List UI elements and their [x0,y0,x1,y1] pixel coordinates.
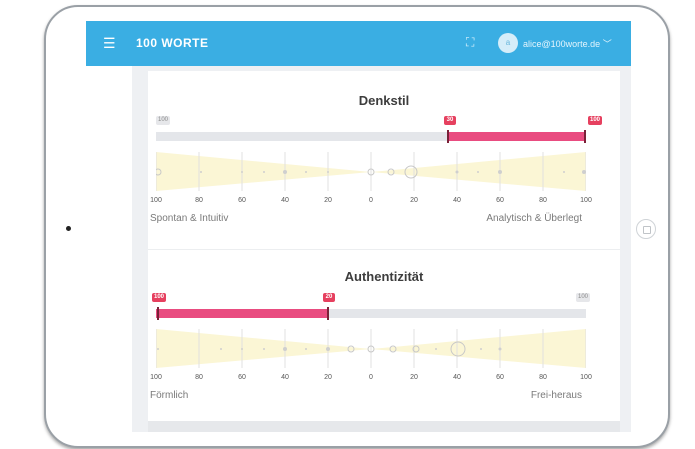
sidebar [86,66,132,432]
axis-tick: 40 [281,197,289,204]
scale-label-left: Spontan & Intuitiv [150,213,229,224]
axis-tick: 0 [369,374,373,381]
axis-tick: 40 [281,374,289,381]
axis-tick: 80 [539,374,547,381]
app-screen: ☰ 100 WORTE ⛶ a alice@100worte.de ﹀ Denk… [86,21,631,432]
axis-tick: 60 [496,197,504,204]
next-card-edge [148,421,620,432]
axis-tick: 60 [238,374,246,381]
axis-tick: 20 [324,197,332,204]
avatar[interactable]: a [498,33,518,53]
results-card: Denkstil 100 30 100 100 80 60 40 20 0 20… [148,71,620,421]
scale-label-left: Förmlich [150,390,189,401]
scale-max-badge: 100 [576,293,591,302]
range-end-badge: 100 [588,116,603,125]
distribution-band [156,152,586,191]
top-bar: ☰ 100 WORTE ⛶ a alice@100worte.de ﹀ [86,21,631,66]
hamburger-icon[interactable]: ☰ [103,35,116,51]
scale-title-denkstil: Denkstil [358,93,410,108]
range-end-badge: 20 [323,293,335,302]
scale-label-right: Analytisch & Überlegt [486,213,582,224]
fullscreen-icon[interactable]: ⛶ [466,35,474,50]
app-brand[interactable]: 100 WORTE [136,36,209,50]
axis-tick: 80 [195,197,203,204]
distribution-band [156,329,586,368]
home-button[interactable] [636,219,656,239]
range-start-badge: 30 [444,116,456,125]
range-start-handle[interactable] [157,307,159,320]
axis-tick: 80 [195,374,203,381]
chevron-down-icon: ﹀ [602,39,612,49]
range-start-badge: 100 [152,293,167,302]
axis-tick: 20 [410,374,418,381]
camera-icon [66,226,71,231]
axis-tick: 0 [369,197,373,204]
user-menu[interactable]: alice@100worte.de ﹀ [523,37,612,50]
axis-tick: 40 [453,197,461,204]
range-end-handle[interactable] [327,307,329,320]
axis-tick: 60 [496,374,504,381]
user-email: alice@100worte.de [523,39,601,49]
axis-tick: 20 [410,197,418,204]
axis-tick: 100 [580,197,592,204]
scale-label-right: Frei-heraus [530,390,582,401]
scale-title-authentizitaet: Authentizität [344,269,424,284]
range-start-handle[interactable] [447,130,449,143]
range-end-handle[interactable] [584,130,586,143]
axis-tick: 100 [580,374,592,381]
section-divider [148,249,620,250]
axis-tick: 20 [324,374,332,381]
axis-tick: 100 [150,197,162,204]
scale-range-fill[interactable] [156,309,328,318]
axis-tick: 80 [539,197,547,204]
axis-tick: 100 [150,374,162,381]
scale-range-fill[interactable] [448,132,586,141]
axis-tick: 40 [453,374,461,381]
axis-tick: 60 [238,197,246,204]
scale-min-badge: 100 [156,116,171,125]
